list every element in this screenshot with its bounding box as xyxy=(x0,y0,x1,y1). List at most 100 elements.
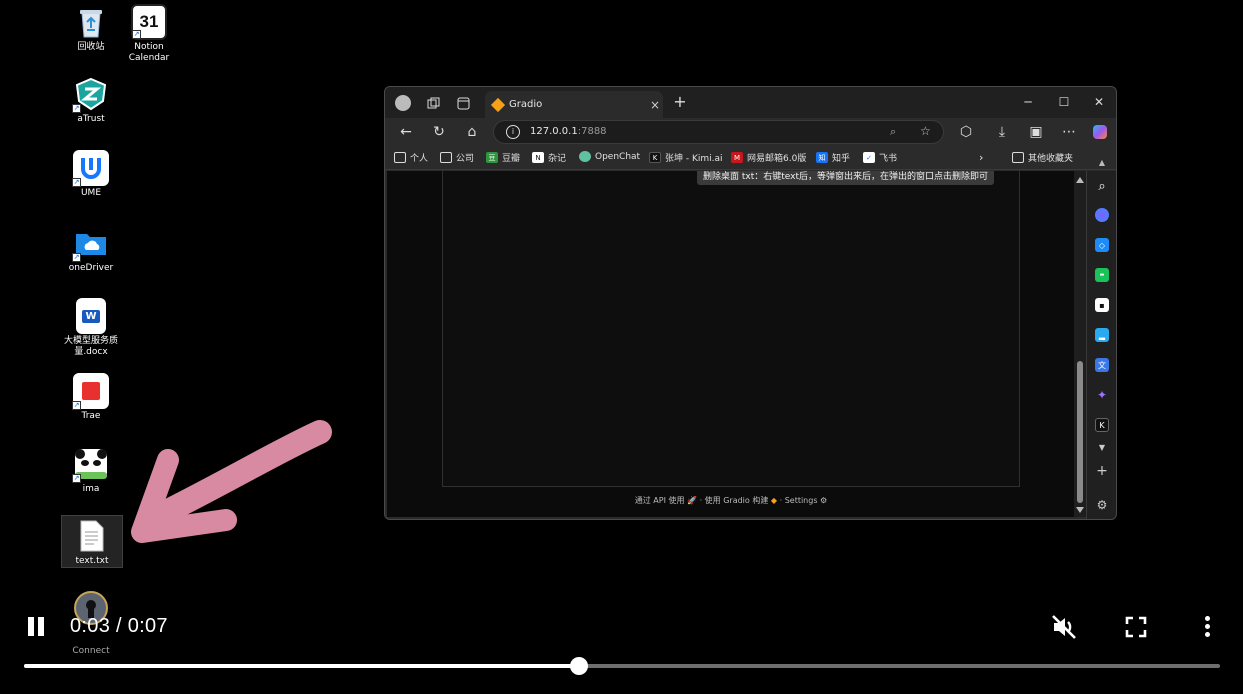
bookmark-zhihu[interactable]: 知知乎 xyxy=(816,151,850,164)
browser-titlebar: Gradio × + ─ ☐ ✕ xyxy=(385,87,1116,118)
screenshot-icon[interactable]: ▣ xyxy=(1025,122,1047,142)
shortcut-arrow-icon: ↗ xyxy=(72,474,81,483)
desktop-icon-docx[interactable]: W 大模型服务质 量.docx xyxy=(61,298,121,358)
zhihu-icon: 知 xyxy=(816,152,828,163)
bookmark-label: 飞书 xyxy=(879,154,898,164)
desktop-icon-label: Trae xyxy=(81,411,101,421)
more-menu-icon[interactable]: ⋯ xyxy=(1058,122,1080,142)
notion-icon: N xyxy=(532,152,544,163)
settings-gear-icon[interactable]: ⚙ xyxy=(1095,498,1109,512)
annotation-arrow xyxy=(131,420,332,543)
bookmark-kimi[interactable]: K 张坤 - Kimi.ai xyxy=(649,151,723,164)
bookmark-douban[interactable]: 豆豆瓣 xyxy=(486,151,520,164)
progress-track[interactable] xyxy=(24,664,1220,668)
bookmark-folder-company[interactable]: 公司 xyxy=(440,151,474,164)
address-bar[interactable]: i 127.0.0.1:7888 ⌕ ☆ xyxy=(493,120,944,144)
desktop-icon-label: Notion Calendar xyxy=(128,42,170,63)
sidebar-scroll-up-icon[interactable]: ▲ xyxy=(1095,155,1109,169)
tab-gradio[interactable]: Gradio × xyxy=(485,91,663,118)
pause-icon xyxy=(38,617,44,636)
shortcut-arrow-icon: ↗ xyxy=(72,401,81,410)
use-via-api-link[interactable]: 通过 API 使用 xyxy=(635,496,685,505)
bookmark-openchat[interactable]: OpenChat xyxy=(579,151,640,162)
desktop-icon-text-txt[interactable]: text.txt xyxy=(61,515,123,568)
shortcut-arrow-icon: ↗ xyxy=(132,30,141,39)
footer-separator: · xyxy=(699,496,703,505)
scroll-thumb[interactable] xyxy=(1077,361,1083,503)
back-arrow-icon[interactable]: ← xyxy=(395,122,417,142)
add-sidebar-app-icon[interactable]: + xyxy=(1095,463,1109,479)
profile-avatar[interactable] xyxy=(393,93,413,113)
new-tab-button[interactable]: + xyxy=(669,92,691,111)
bookmark-feishu[interactable]: ✓ 飞书 xyxy=(863,151,897,164)
progress-thumb[interactable] xyxy=(569,657,588,675)
favorite-star-icon[interactable]: ☆ xyxy=(920,124,931,138)
desktop-icon-recycle-bin[interactable]: 回收站 xyxy=(61,4,121,53)
browser-window: Gradio × + ─ ☐ ✕ ← ↻ ⌂ i 127.0.0.1:7888 … xyxy=(384,86,1117,520)
current-time: 0:03 xyxy=(70,615,111,637)
search-icon[interactable]: ⌕ xyxy=(1095,179,1109,194)
shortcut-arrow-icon: ↗ xyxy=(72,253,81,262)
trae-icon: ↗ xyxy=(72,373,109,410)
cube-app-icon[interactable]: ◇ xyxy=(1095,238,1109,252)
tab-close-icon[interactable]: × xyxy=(647,98,663,112)
fullscreen-button[interactable] xyxy=(1125,616,1147,642)
site-info-icon[interactable]: i xyxy=(506,125,520,139)
maximize-button[interactable]: ☐ xyxy=(1047,91,1081,113)
kimi-sidebar-icon[interactable]: K xyxy=(1095,418,1109,432)
minimize-button[interactable]: ─ xyxy=(1011,91,1045,113)
folder-cloud-icon: ↗ xyxy=(72,225,109,262)
bookmarks-overflow-chevron-icon[interactable]: › xyxy=(979,151,983,164)
refresh-icon[interactable]: ↻ xyxy=(428,122,450,142)
bookmark-folder-personal[interactable]: 个人 xyxy=(394,151,428,164)
feishu-icon: ✓ xyxy=(863,152,875,163)
green-app-icon[interactable]: ▬ xyxy=(1095,268,1109,282)
notion-calendar-icon: 31 ↗ xyxy=(131,4,167,40)
folder-icon xyxy=(394,152,406,163)
translate-icon[interactable]: 文 xyxy=(1095,358,1109,372)
gradio-panel xyxy=(442,171,1020,487)
desktop-icon-onedriver[interactable]: ↗ oneDriver xyxy=(61,225,121,274)
blue-app-icon[interactable]: ▂ xyxy=(1095,328,1109,342)
copilot-sidebar-icon[interactable] xyxy=(1095,208,1109,222)
extensions-icon[interactable]: ⬡ xyxy=(955,122,977,142)
close-button[interactable]: ✕ xyxy=(1082,91,1116,113)
desktop-icon-atrust[interactable]: ↗ aTrust xyxy=(61,76,121,125)
bookmark-folder-other[interactable]: 其他收藏夹 xyxy=(1012,151,1073,164)
folder-icon xyxy=(1012,152,1024,163)
mute-button[interactable] xyxy=(1050,613,1078,645)
desktop-icon-trae[interactable]: ↗ Trae xyxy=(61,373,121,422)
bookmark-label: 其他收藏夹 xyxy=(1028,154,1074,164)
copilot-icon[interactable] xyxy=(1089,122,1111,142)
workspaces-icon[interactable] xyxy=(423,93,443,113)
bookmark-label: 张坤 - Kimi.ai xyxy=(665,154,723,164)
more-options-button[interactable] xyxy=(1204,616,1212,638)
sparkle-icon[interactable]: ✦ xyxy=(1095,388,1109,402)
muted-speaker-icon xyxy=(1052,615,1076,639)
built-with-gradio-link[interactable]: 使用 Gradio 构建 xyxy=(705,496,769,505)
zoom-icon[interactable]: ⌕ xyxy=(890,125,896,139)
settings-link[interactable]: Settings xyxy=(785,496,818,505)
scroll-up-arrow-icon[interactable] xyxy=(1076,177,1084,183)
scroll-down-arrow-icon[interactable] xyxy=(1076,507,1084,513)
notes-app-icon[interactable]: ▪ xyxy=(1095,298,1109,312)
desktop-icon-label: Connect xyxy=(72,646,110,656)
ume-icon: ↗ xyxy=(72,150,109,187)
desktop-icon-label: ima xyxy=(82,484,100,494)
scrollbar[interactable] xyxy=(1074,171,1086,517)
tab-actions-icon[interactable] xyxy=(453,93,473,113)
downloads-icon[interactable]: ⤓ xyxy=(991,122,1013,142)
home-icon[interactable]: ⌂ xyxy=(461,122,483,142)
bookmark-163-mail[interactable]: M 网易邮箱6.0版 xyxy=(731,151,806,164)
desktop-icon-label: aTrust xyxy=(77,114,105,124)
bookmark-label: 网易邮箱6.0版 xyxy=(747,154,807,164)
pause-button[interactable] xyxy=(28,617,46,637)
pause-icon xyxy=(28,617,34,636)
time-display: 0:03 / 0:07 xyxy=(70,615,168,638)
desktop-icon-ima[interactable]: ↗ ima xyxy=(61,446,121,495)
sidebar-scroll-down-icon[interactable]: ▼ xyxy=(1095,440,1109,454)
desktop-icon-ume[interactable]: ↗ UME xyxy=(61,150,121,199)
bookmark-notes[interactable]: N 杂记 xyxy=(532,151,566,164)
openchat-icon xyxy=(579,151,591,162)
desktop-icon-notion-calendar[interactable]: 31 ↗ Notion Calendar xyxy=(119,4,179,64)
